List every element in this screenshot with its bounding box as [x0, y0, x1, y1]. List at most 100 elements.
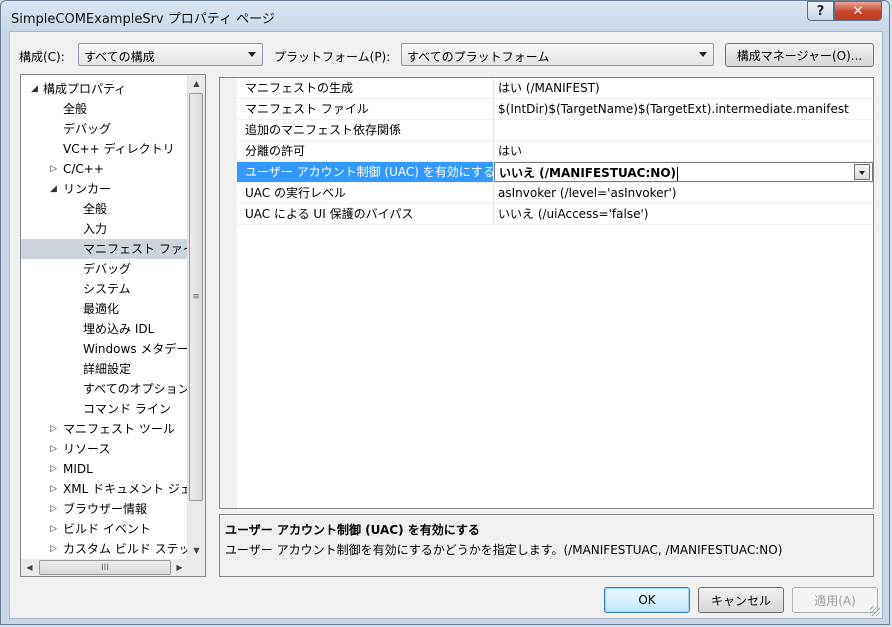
config-combo[interactable]: すべての構成	[78, 43, 263, 66]
tree-item-label: マニフェスト ツール	[63, 422, 175, 436]
tree-horizontal-scrollbar[interactable]: ◀ III ▶	[21, 559, 205, 576]
tree-item[interactable]: すべてのオプション	[21, 379, 190, 399]
property-row[interactable]: マニフェストの生成 はい (/MANIFEST)	[237, 78, 873, 99]
property-name[interactable]: マニフェスト ファイル	[237, 99, 494, 119]
tree-expand-icon[interactable]: ▷	[50, 419, 57, 439]
property-row[interactable]: 分離の許可 はい	[237, 141, 873, 162]
property-name[interactable]: 分離の許可	[237, 141, 494, 161]
tree-item[interactable]: 最適化	[21, 299, 187, 319]
tree-item-label: 全般	[63, 102, 88, 116]
property-name[interactable]: マニフェストの生成	[237, 78, 494, 98]
property-name[interactable]: 追加のマニフェスト依存関係	[237, 120, 494, 140]
property-name[interactable]: UAC の実行レベル	[237, 183, 494, 203]
scroll-up-icon[interactable]: ▲	[188, 75, 205, 92]
property-row[interactable]: 追加のマニフェスト依存関係	[237, 120, 873, 141]
tree-item-label: MIDL	[63, 462, 93, 476]
property-value-text: $(IntDir)$(TargetName)$(TargetExt).inter…	[498, 102, 849, 116]
property-value[interactable]	[494, 120, 873, 140]
tree-item[interactable]: Windows メタデータ	[21, 339, 200, 359]
tree-item-label: 詳細設定	[83, 362, 132, 376]
tree-item[interactable]: デバッグ	[21, 259, 187, 279]
tree-expand-icon[interactable]: ▷	[50, 159, 57, 179]
tree-item[interactable]: ▷ ブラウザー情報	[21, 499, 187, 519]
tree-item-label: すべてのオプション	[83, 382, 190, 396]
tree-item[interactable]: ▷ ビルド イベント	[21, 519, 187, 539]
tree-expand-icon[interactable]: ▷	[50, 539, 57, 559]
property-row[interactable]: UAC による UI 保護のバイパス いいえ (/uiAccess='false'…	[237, 204, 873, 225]
tree-item-label: 最適化	[83, 302, 120, 316]
config-manager-button[interactable]: 構成マネージャー(O)...	[725, 43, 874, 67]
tree-item[interactable]: ▷ マニフェスト ツール	[21, 419, 187, 439]
scroll-thumb[interactable]: ≡	[189, 93, 203, 501]
tree-item[interactable]: ▷ リソース	[21, 439, 187, 459]
close-button[interactable]: ✕	[834, 1, 882, 21]
tree-item[interactable]: マニフェスト ファイル	[21, 239, 205, 259]
scroll-right-icon[interactable]: ▶	[171, 559, 188, 576]
tree-item[interactable]: ◢ 構成プロパティ	[21, 79, 187, 99]
property-value-text: いいえ (/uiAccess='false')	[498, 207, 649, 221]
ok-button[interactable]: OK	[604, 587, 690, 613]
property-name[interactable]: ユーザー アカウント制御 (UAC) を有効にする	[237, 162, 494, 182]
platform-combo[interactable]: すべてのプラットフォーム	[401, 43, 714, 66]
property-value[interactable]: $(IntDir)$(TargetName)$(TargetExt).inter…	[494, 99, 873, 119]
property-value-text: いいえ (/MANIFESTUAC:NO)	[499, 166, 677, 180]
description-text: ユーザー アカウント制御を有効にするかどうかを指定します。(/MANIFESTU…	[225, 543, 783, 557]
tree-item[interactable]: 全般	[21, 99, 187, 119]
tree-expand-icon[interactable]: ▷	[50, 479, 57, 499]
tree-item[interactable]: ▷ カスタム ビルド ステップ	[21, 539, 203, 559]
tree-item[interactable]: 埋め込み IDL	[21, 319, 187, 339]
apply-button[interactable]: 適用(A)	[792, 587, 878, 613]
close-icon: ✕	[852, 3, 864, 19]
tree-item[interactable]: デバッグ	[21, 119, 187, 139]
property-row[interactable]: マニフェスト ファイル $(IntDir)$(TargetName)$(Targe…	[237, 99, 873, 120]
tree-item-label: デバッグ	[63, 122, 112, 136]
tree-expand-icon[interactable]: ▷	[50, 519, 57, 539]
tree-item-label: ブラウザー情報	[63, 502, 148, 516]
tree-item-label: XML ドキュメント ジェネレーター	[63, 482, 205, 496]
scroll-down-icon[interactable]: ▼	[188, 542, 205, 559]
property-pages-window: SimpleCOMExampleSrv プロパティ ページ ? ✕ 構成(C):…	[0, 0, 890, 625]
chevron-down-icon	[699, 52, 707, 57]
property-value-dropdown[interactable]: いいえ (/MANIFESTUAC:NO)	[494, 162, 873, 182]
tree-expand-icon[interactable]: ▷	[50, 459, 57, 479]
tree-item[interactable]: コマンド ライン	[21, 399, 187, 419]
property-row[interactable]: UAC の実行レベル asInvoker (/level='asInvoker')	[237, 183, 873, 204]
property-tree[interactable]: ◢ 構成プロパティ 全般 デバッグ VC++ ディレクトリ ▷ C/C++ ◢ リンカー 全般 入力…	[20, 74, 206, 577]
property-value[interactable]: asInvoker (/level='asInvoker')	[494, 183, 873, 203]
dropdown-arrow-icon[interactable]	[854, 164, 870, 180]
tree-item[interactable]: ▷ MIDL	[21, 459, 187, 479]
tree-item[interactable]: 入力	[21, 219, 187, 239]
property-value[interactable]: いいえ (/uiAccess='false')	[494, 204, 873, 224]
help-button[interactable]: ?	[807, 1, 834, 21]
property-value[interactable]: はい (/MANIFEST)	[494, 78, 873, 98]
config-combo-value: すべての構成	[84, 50, 155, 64]
tree-item-label: VC++ ディレクトリ	[63, 142, 175, 156]
tree-item[interactable]: 詳細設定	[21, 359, 187, 379]
tree-item[interactable]: 全般	[21, 199, 187, 219]
property-grid[interactable]: マニフェストの生成 はい (/MANIFEST) マニフェスト ファイル $(IntD…	[219, 77, 874, 509]
tree-item[interactable]: VC++ ディレクトリ	[21, 139, 187, 159]
cancel-button[interactable]: キャンセル	[698, 587, 784, 613]
property-value-text: asInvoker (/level='asInvoker')	[498, 186, 677, 200]
property-value[interactable]: はい	[494, 141, 873, 161]
tree-item[interactable]: ▷ XML ドキュメント ジェネレーター	[21, 479, 205, 499]
property-value-text: はい	[498, 144, 523, 158]
tree-vertical-scrollbar[interactable]: ▲ ≡ ▼	[187, 75, 205, 559]
property-row[interactable]: ユーザー アカウント制御 (UAC) を有効にする いいえ (/MANIFESTU…	[237, 162, 873, 183]
scroll-thumb[interactable]: III	[39, 560, 171, 575]
tree-item-label: システム	[83, 282, 131, 296]
scroll-left-icon[interactable]: ◀	[21, 559, 38, 576]
platform-combo-value: すべてのプラットフォーム	[407, 50, 550, 64]
tree-item[interactable]: ◢ リンカー	[21, 179, 187, 199]
title-bar[interactable]: SimpleCOMExampleSrv プロパティ ページ ? ✕	[1, 1, 889, 31]
tree-item-label: リンカー	[63, 182, 112, 196]
tree-collapse-icon[interactable]: ◢	[31, 79, 38, 99]
tree-collapse-icon[interactable]: ◢	[50, 179, 57, 199]
tree-expand-icon[interactable]: ▷	[50, 499, 57, 519]
property-name[interactable]: UAC による UI 保護のバイパス	[237, 204, 494, 224]
resize-grip-icon[interactable]	[870, 606, 880, 616]
tree-item[interactable]: ▷ C/C++	[21, 159, 187, 179]
tree-expand-icon[interactable]: ▷	[50, 439, 57, 459]
tree-item-label: 入力	[83, 222, 108, 236]
tree-item[interactable]: システム	[21, 279, 187, 299]
